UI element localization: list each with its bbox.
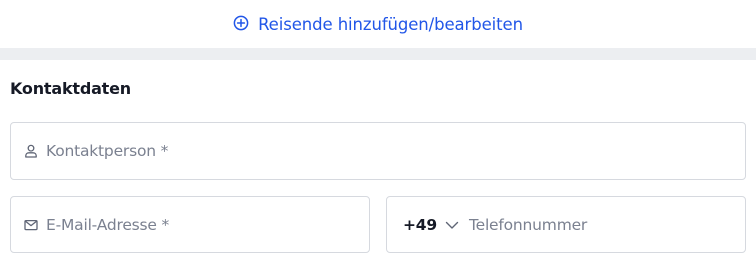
contact-person-field[interactable]: Kontaktperson * xyxy=(10,122,746,180)
person-icon xyxy=(25,144,37,158)
section-title: Kontaktdaten xyxy=(10,79,131,98)
mail-icon xyxy=(24,219,38,230)
plus-circle-icon xyxy=(233,15,249,30)
phone-placeholder: Telefonnummer xyxy=(468,215,588,234)
email-placeholder: E-Mail-Adresse * xyxy=(46,215,170,234)
contact-person-placeholder: Kontaktperson * xyxy=(46,142,169,160)
country-code-select[interactable]: +49 xyxy=(403,216,460,234)
chevron-down-icon xyxy=(445,221,459,229)
section-divider xyxy=(0,48,756,60)
edit-travelers-link[interactable]: Reisende hinzufügen/bearbeiten xyxy=(0,0,756,48)
email-field[interactable]: E-Mail-Adresse * xyxy=(10,196,370,253)
phone-field[interactable]: +49 Telefonnummer xyxy=(386,196,746,253)
contact-form-page: Reisende hinzufügen/bearbeiten Kontaktda… xyxy=(0,0,756,272)
country-code-value: +49 xyxy=(403,215,437,234)
edit-travelers-label: Reisende hinzufügen/bearbeiten xyxy=(258,14,523,34)
